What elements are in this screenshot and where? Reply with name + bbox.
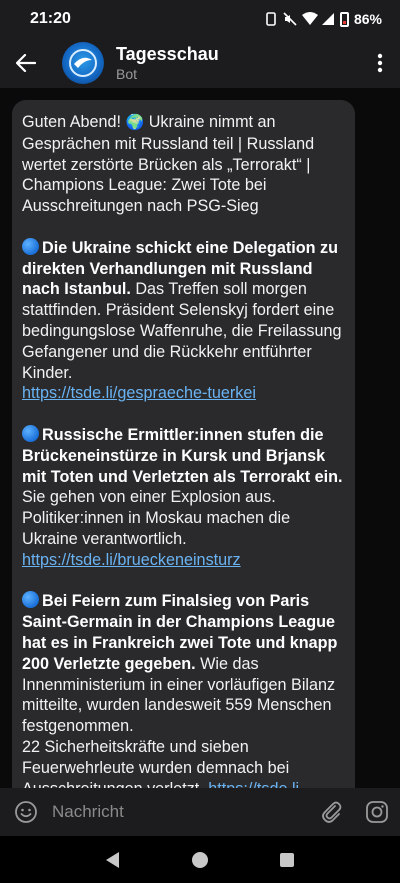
- chat-header: Tagesschau Bot: [0, 38, 400, 88]
- more-menu-button[interactable]: [360, 38, 400, 88]
- circle-home-icon: [191, 851, 208, 868]
- news-headline: Bei Feiern zum Finalsieg von Paris Saint…: [22, 592, 338, 673]
- message-bubble[interactable]: Guten Abend! 🌍 Ukraine nimmt an Gespräch…: [12, 100, 355, 788]
- paperclip-icon: [322, 801, 342, 823]
- triangle-back-icon: [106, 851, 120, 868]
- news-item: Die Ukraine schickt eine Delegation zu d…: [22, 237, 345, 404]
- status-bar: 21:20 86%: [0, 0, 400, 38]
- more-vertical-icon: [377, 53, 383, 73]
- chat-title-area[interactable]: Tagesschau Bot: [116, 43, 360, 83]
- square-recents-icon: [279, 852, 294, 867]
- arrow-left-icon: [16, 54, 36, 72]
- mute-icon: [283, 12, 297, 26]
- globe-icon: 🌍: [125, 114, 145, 131]
- camera-button[interactable]: [354, 788, 400, 836]
- signal-icon: [321, 12, 335, 26]
- tagesschau-logo-icon: [69, 49, 97, 77]
- emoji-button[interactable]: [0, 788, 52, 836]
- message-intro: Guten Abend! 🌍 Ukraine nimmt an Gespräch…: [22, 113, 315, 216]
- message-input[interactable]: [52, 802, 308, 822]
- avatar[interactable]: [62, 42, 104, 84]
- chat-subtitle: Bot: [116, 66, 138, 82]
- news-link[interactable]: https://tsde.li/gespraeche-tuerkei: [22, 384, 256, 402]
- blue-circle-icon: [22, 237, 39, 255]
- status-time: 21:20: [30, 10, 71, 27]
- wifi-icon: [301, 12, 318, 26]
- phone-icon: [264, 12, 278, 26]
- nav-home-button[interactable]: [180, 840, 220, 880]
- camera-icon: [366, 801, 388, 823]
- blue-circle-icon: [22, 591, 39, 609]
- blue-circle-icon: [22, 424, 39, 442]
- battery-icon: [339, 11, 349, 27]
- system-nav-bar: [0, 836, 400, 883]
- news-link[interactable]: https://tsde.li: [208, 780, 299, 789]
- chat-area[interactable]: Guten Abend! 🌍 Ukraine nimmt an Gespräch…: [0, 88, 400, 788]
- back-button[interactable]: [0, 38, 52, 88]
- news-text: Sie gehen von einer Explosion aus. Polit…: [22, 488, 291, 548]
- news-link[interactable]: https://tsde.li/brueckeneinsturz: [22, 551, 241, 569]
- nav-back-button[interactable]: [93, 840, 133, 880]
- battery-percent: 86%: [353, 11, 382, 27]
- attach-button[interactable]: [308, 788, 354, 836]
- status-icons: 86%: [264, 11, 382, 27]
- nav-recents-button[interactable]: [267, 840, 307, 880]
- news-headline: Russische Ermittler:innen stufen die Brü…: [22, 425, 343, 486]
- chat-title: Tagesschau: [116, 44, 219, 64]
- news-item: Bei Feiern zum Finalsieg von Paris Saint…: [22, 591, 345, 788]
- smiley-icon: [15, 801, 37, 823]
- news-item: Russische Ermittler:innen stufen die Brü…: [22, 424, 345, 571]
- message-input-bar: [0, 788, 400, 836]
